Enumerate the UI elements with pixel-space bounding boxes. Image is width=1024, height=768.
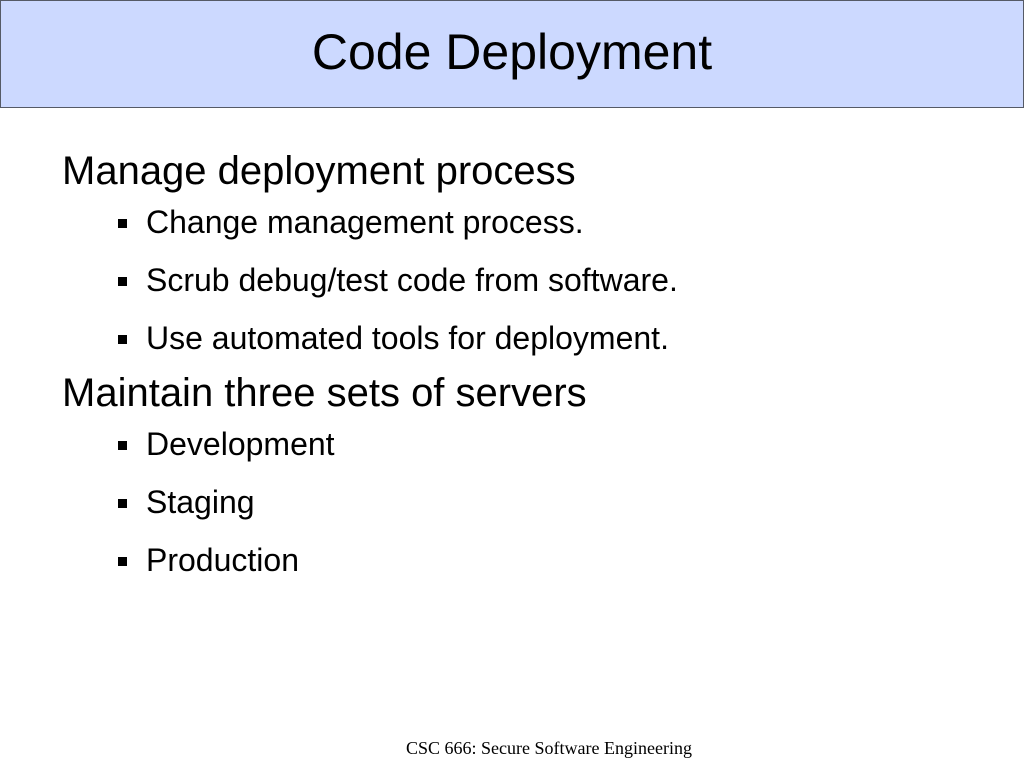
square-bullet-icon xyxy=(118,277,127,286)
bullet-text: Change management process. xyxy=(146,204,584,240)
slide-title: Code Deployment xyxy=(311,24,713,80)
square-bullet-icon xyxy=(118,499,127,508)
slide-content: Manage deployment process Change managem… xyxy=(62,146,984,590)
bullet-text: Development xyxy=(146,426,335,462)
section-heading: Manage deployment process xyxy=(62,149,576,193)
section-heading: Maintain three sets of servers xyxy=(62,371,587,415)
list-item: Use automated tools for deployment. xyxy=(62,318,984,358)
bullet-text: Use automated tools for deployment. xyxy=(146,320,669,356)
bullet-list: Development Staging Production xyxy=(62,424,984,580)
list-item: Staging xyxy=(62,482,984,522)
bullet-text: Production xyxy=(146,542,299,578)
list-item: Scrub debug/test code from software. xyxy=(62,260,984,300)
title-bar: Code Deployment xyxy=(0,0,1024,108)
bullet-text: Scrub debug/test code from software. xyxy=(146,262,678,298)
section-maintain-servers: Maintain three sets of servers Developme… xyxy=(62,368,984,580)
list-item: Change management process. xyxy=(62,202,984,242)
square-bullet-icon xyxy=(118,335,127,344)
square-bullet-icon xyxy=(118,441,127,450)
slide-footer: CSC 666: Secure Software Engineering xyxy=(406,738,692,758)
bullet-text: Staging xyxy=(146,484,255,520)
bullet-list: Change management process. Scrub debug/t… xyxy=(62,202,984,358)
square-bullet-icon xyxy=(118,219,127,228)
list-item: Production xyxy=(62,540,984,580)
slide: Code Deployment Manage deployment proces… xyxy=(0,0,1024,768)
list-item: Development xyxy=(62,424,984,464)
section-manage-deployment: Manage deployment process Change managem… xyxy=(62,146,984,358)
square-bullet-icon xyxy=(118,557,127,566)
